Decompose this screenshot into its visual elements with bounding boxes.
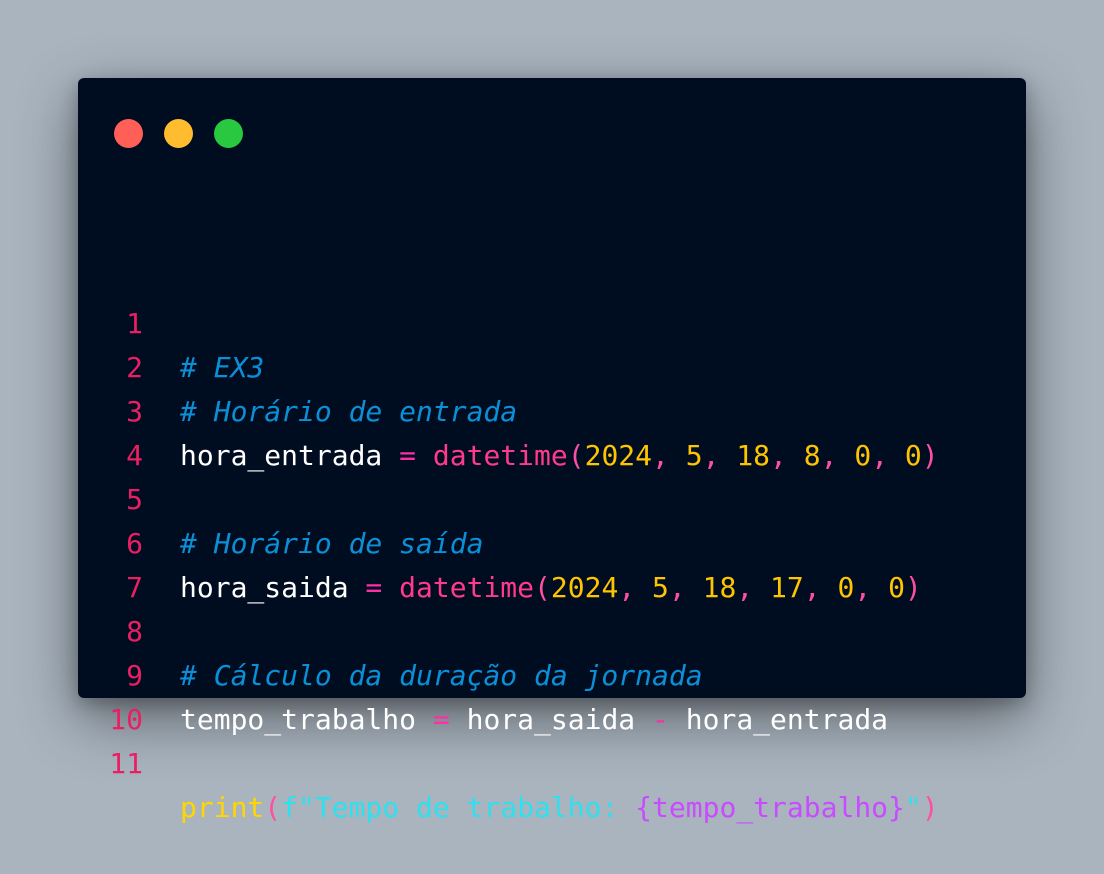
code-line: 5 # Horário de saída xyxy=(78,434,483,560)
comment: # Horário de saída xyxy=(180,527,484,560)
number: 5 xyxy=(685,439,703,472)
builtin-function: print xyxy=(180,791,265,824)
variable: hora_saida xyxy=(466,703,636,736)
window-controls xyxy=(114,119,243,148)
paren: ( xyxy=(534,571,551,604)
comma: , xyxy=(871,439,905,472)
number: 18 xyxy=(736,439,771,472)
number: 0 xyxy=(837,571,855,604)
paren: ) xyxy=(921,439,939,472)
code-line: 7 xyxy=(78,522,179,604)
code-line: 10 xyxy=(78,654,179,736)
line-number: 11 xyxy=(109,747,143,780)
paren: ) xyxy=(921,791,939,824)
variable: hora_saida xyxy=(180,571,349,604)
comma: , xyxy=(736,571,771,604)
brace: { xyxy=(635,791,653,824)
code-line: 6 hora_saida = datetime(2024, 5, 18, 17,… xyxy=(78,478,922,604)
operator: = xyxy=(382,439,433,472)
code-window: 1 # EX3 2 # Horário de entrada 3 hora_en… xyxy=(78,78,1026,824)
operator: - xyxy=(635,703,686,736)
comma: , xyxy=(652,439,686,472)
function-name: datetime xyxy=(432,439,568,472)
code-line: 9 tempo_trabalho = hora_saida - hora_ent… xyxy=(78,610,888,736)
comma: , xyxy=(618,571,653,604)
comma: , xyxy=(820,439,855,472)
string-literal: " xyxy=(904,791,922,824)
paren: ( xyxy=(264,791,282,824)
close-dot-icon[interactable] xyxy=(114,119,143,148)
code-line: 4 xyxy=(78,390,179,472)
operator: = xyxy=(416,703,467,736)
brace: } xyxy=(888,791,905,824)
paren: ( xyxy=(567,439,585,472)
operator: = xyxy=(348,571,400,604)
number: 18 xyxy=(702,571,737,604)
number: 8 xyxy=(803,439,821,472)
code-line: 1 # EX3 xyxy=(78,258,264,384)
number: 0 xyxy=(854,439,872,472)
minimize-dot-icon[interactable] xyxy=(164,119,193,148)
code-line: 11 print(f"Tempo de trabalho: {tempo_tra… xyxy=(78,698,938,824)
string-literal: f"Tempo de trabalho: xyxy=(281,791,636,824)
comma: , xyxy=(854,571,889,604)
comma: , xyxy=(803,571,838,604)
comment: # Horário de entrada xyxy=(180,395,518,428)
variable: hora_entrada xyxy=(685,703,889,736)
code-line: 3 hora_entrada = datetime(2024, 5, 18, 8… xyxy=(78,346,939,472)
number: 2024 xyxy=(550,571,619,604)
number: 17 xyxy=(770,571,804,604)
comma: , xyxy=(668,571,703,604)
number: 0 xyxy=(888,571,905,604)
function-name: datetime xyxy=(399,571,535,604)
code-line: 8 # Cálculo da duração da jornada xyxy=(78,566,702,692)
number: 5 xyxy=(652,571,669,604)
paren: ) xyxy=(904,571,922,604)
comma: , xyxy=(770,439,804,472)
maximize-dot-icon[interactable] xyxy=(214,119,243,148)
interpolated-variable: tempo_trabalho xyxy=(652,791,889,824)
number: 2024 xyxy=(584,439,653,472)
comment: # Cálculo da duração da jornada xyxy=(180,659,703,692)
comma: , xyxy=(702,439,737,472)
code-line: 2 # Horário de entrada xyxy=(78,302,517,428)
comment: # EX3 xyxy=(180,351,265,384)
variable: hora_entrada xyxy=(180,439,383,472)
variable: tempo_trabalho xyxy=(180,703,417,736)
number: 0 xyxy=(904,439,922,472)
